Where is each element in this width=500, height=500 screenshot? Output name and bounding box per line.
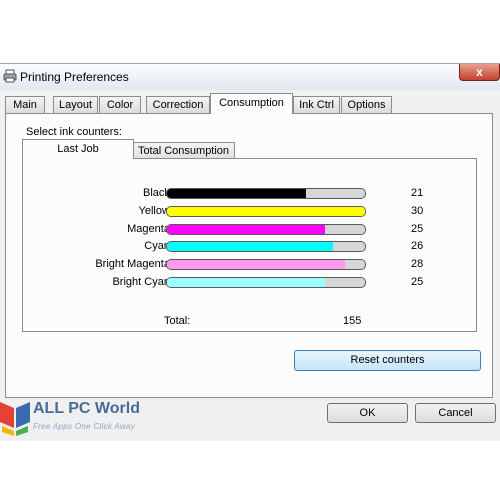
ink-value: 30	[411, 205, 424, 217]
ink-level-bar	[166, 259, 366, 270]
ink-level-fill	[167, 207, 365, 216]
tab-correction[interactable]: Correction	[146, 96, 210, 113]
ok-button[interactable]: OK	[327, 403, 408, 423]
ink-row-yellow: Yellow: 30	[23, 204, 478, 220]
ink-value: 21	[411, 187, 424, 199]
ink-level-fill	[167, 260, 346, 269]
reset-counters-button[interactable]: Reset counters	[294, 350, 481, 371]
close-button[interactable]: x	[459, 64, 500, 81]
ink-row-cyan: Cyan: 26	[23, 239, 478, 255]
ink-level-bar	[166, 206, 366, 217]
printer-icon	[3, 69, 17, 83]
ink-value: 26	[411, 240, 424, 252]
allpcworld-logo-icon	[0, 402, 30, 436]
ink-level-fill	[167, 278, 326, 287]
ink-row-black: Black: 21	[23, 186, 478, 202]
ink-level-bar	[166, 241, 366, 252]
tab-layout[interactable]: Layout	[53, 96, 98, 113]
ink-name: Bright Magenta:	[95, 258, 173, 270]
total-value: 155	[343, 315, 362, 327]
ink-row-magenta: Magenta: 25	[23, 222, 478, 238]
tab-options[interactable]: Options	[341, 96, 392, 113]
ink-name: Bright Cyan:	[112, 276, 173, 288]
ink-value: 25	[411, 276, 424, 288]
ink-value: 28	[411, 258, 424, 270]
ink-level-bar	[166, 277, 366, 288]
tab-color[interactable]: Color	[99, 96, 141, 113]
ink-level-bar	[166, 224, 366, 235]
ink-counters-label: Select ink counters:	[26, 126, 122, 138]
ink-value: 25	[411, 223, 424, 235]
ink-row-bright-magenta: Bright Magenta: 28	[23, 257, 478, 273]
tab-ink-ctrl[interactable]: Ink Ctrl	[293, 96, 340, 113]
tab-consumption[interactable]: Consumption	[210, 93, 293, 114]
total-label: Total:	[164, 315, 191, 327]
watermark-subtitle: Free Apps One Click Away	[33, 422, 136, 431]
tab-main[interactable]: Main	[5, 96, 45, 113]
ink-counter-list: Black: 21 Yellow: 30 Magenta: 25 Cyan: 2…	[22, 158, 477, 332]
ink-level-fill	[167, 225, 326, 234]
subtab-total-consumption[interactable]: Total Consumption	[132, 142, 235, 159]
watermark-title: ALL PC World	[33, 400, 140, 417]
printing-preferences-window: Printing Preferences x Main Layout Color…	[0, 63, 500, 441]
watermark: ALL PC World Free Apps One Click Away	[0, 400, 150, 436]
title-bar[interactable]: Printing Preferences x	[0, 64, 500, 90]
ink-level-bar	[166, 188, 366, 199]
ink-row-bright-cyan: Bright Cyan: 25	[23, 275, 478, 291]
cancel-button[interactable]: Cancel	[415, 403, 496, 423]
ink-level-fill	[167, 189, 306, 198]
window-title: Printing Preferences	[20, 70, 129, 84]
ink-level-fill	[167, 242, 334, 251]
close-icon: x	[476, 65, 483, 79]
subtab-last-job[interactable]: Last Job	[22, 139, 134, 159]
